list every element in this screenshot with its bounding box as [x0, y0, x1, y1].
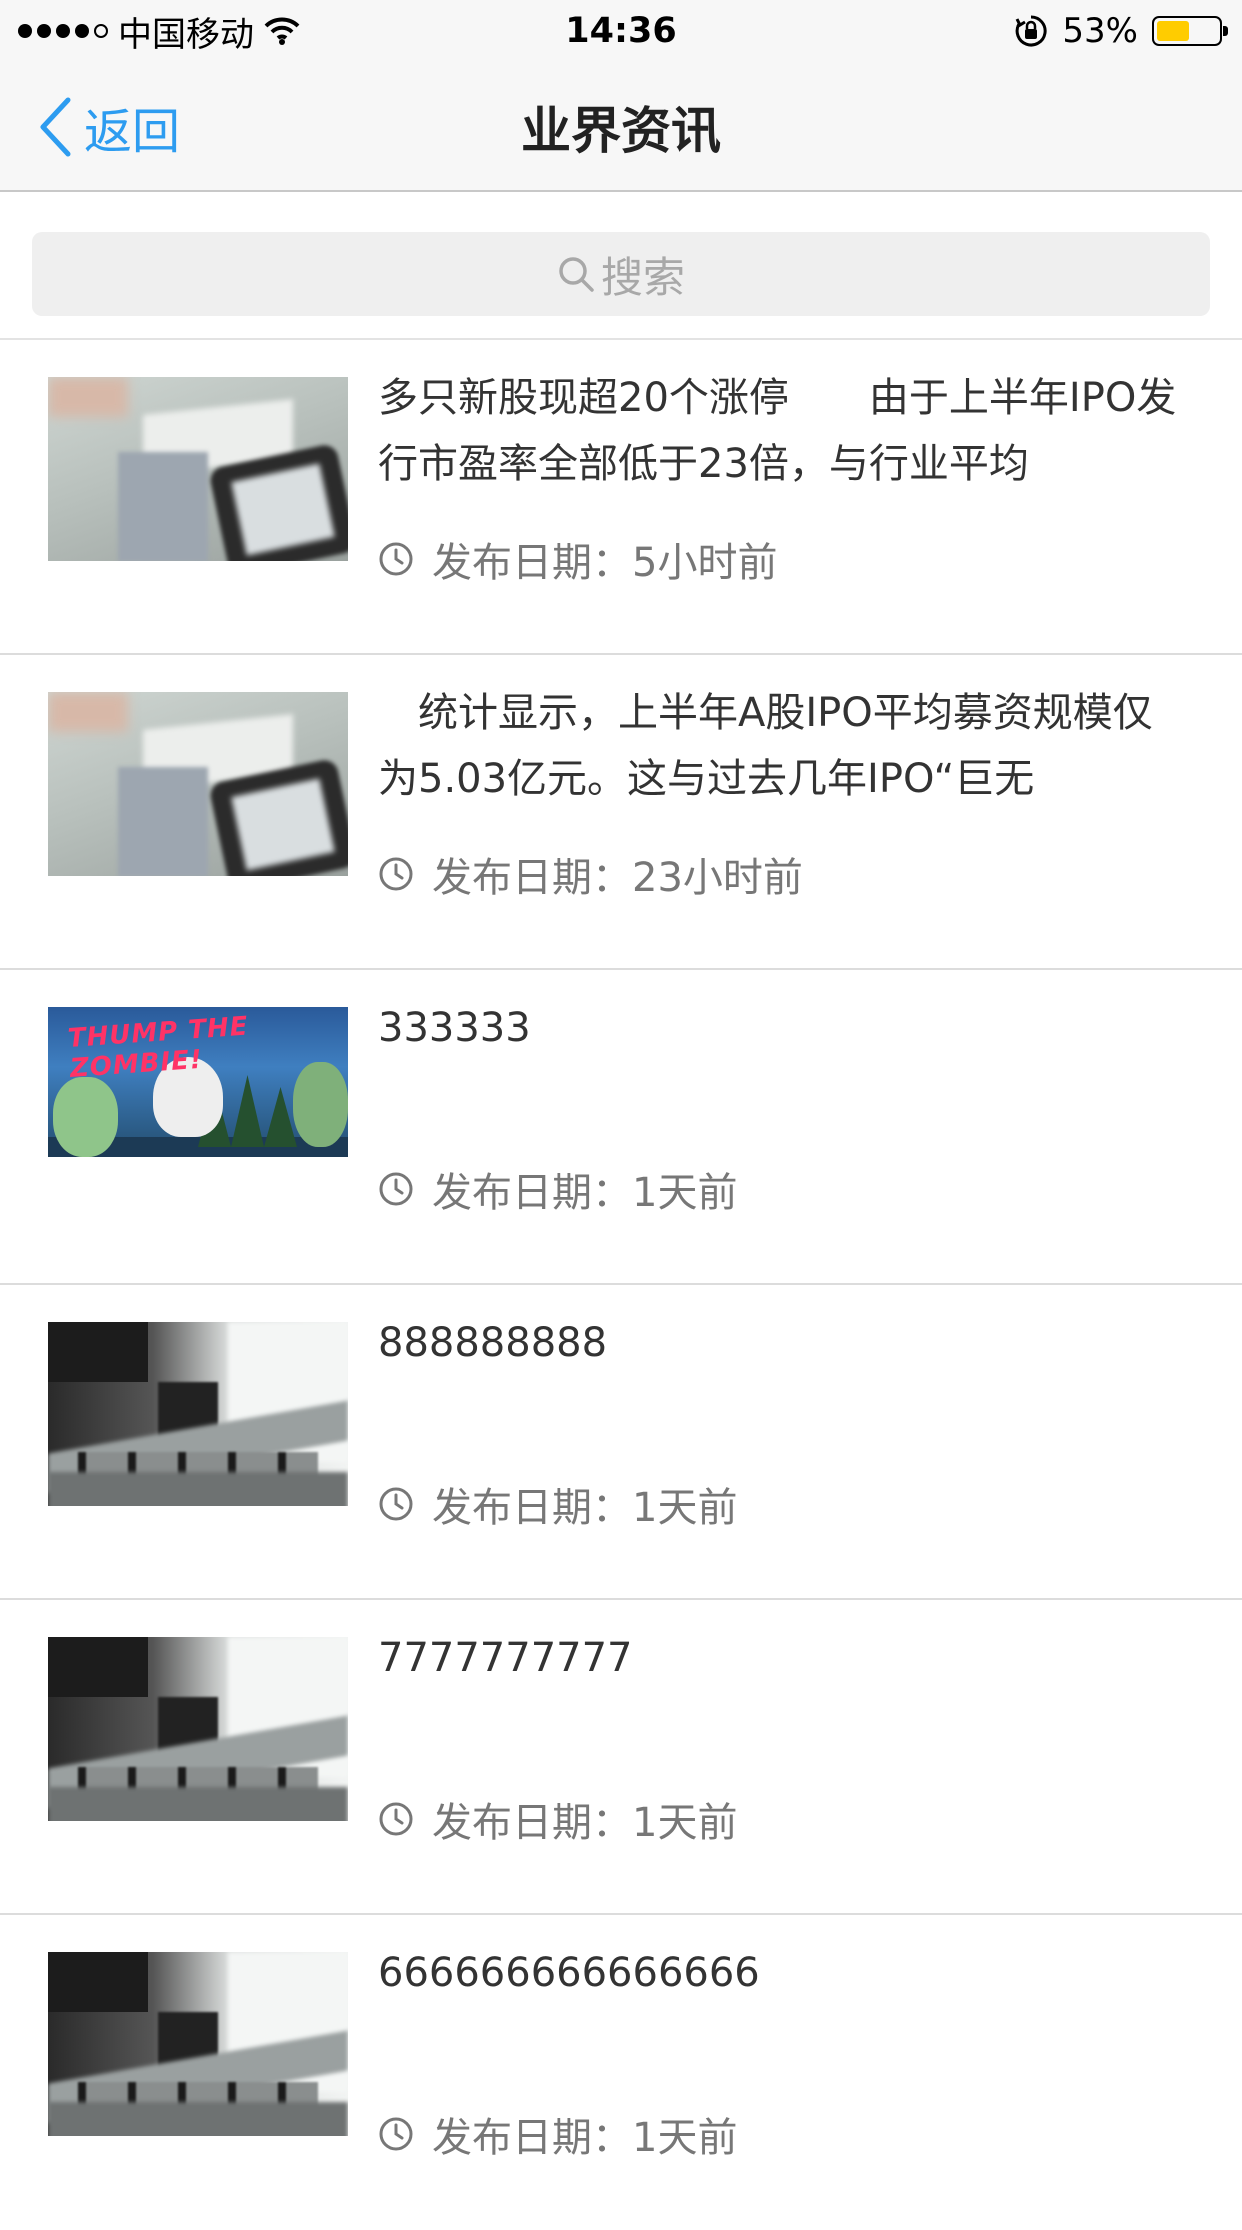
publish-time: 1天前 [632, 2115, 738, 2161]
list-item[interactable]: 统计显示，上半年A股IPO平均募资规模仅为5.03亿元。这与过去几年IPO“巨无… [0, 655, 1242, 970]
publish-time: 1天前 [632, 1170, 738, 1216]
clock-icon [379, 1802, 413, 1836]
news-title: 333333 [378, 1005, 531, 1051]
news-meta: 发布日期： 5小时前 [378, 530, 777, 588]
battery-percentage: 53% [1062, 11, 1138, 51]
rotation-lock-icon [1016, 15, 1048, 47]
list-item[interactable]: 666666666666666 发布日期： 1天前 [0, 1915, 1242, 2230]
news-title: 多只新股现超20个涨停 由于上半年IPO发行市盈率全部低于23倍，与行业平均 [378, 375, 1177, 487]
news-title: 统计显示，上半年A股IPO平均募资规模仅为5.03亿元。这与过去几年IPO“巨无 [378, 690, 1153, 802]
news-thumbnail [48, 1637, 348, 1821]
meta-label: 发布日期： [432, 1800, 632, 1846]
list-item[interactable]: 多只新股现超20个涨停 由于上半年IPO发行市盈率全部低于23倍，与行业平均 发… [0, 340, 1242, 655]
news-thumbnail [48, 692, 348, 876]
news-title: 888888888 [378, 1320, 608, 1366]
meta-label: 发布日期： [432, 1485, 632, 1531]
news-thumbnail [48, 1322, 348, 1506]
list-item[interactable]: 7777777777 发布日期： 1天前 [0, 1600, 1242, 1915]
clock-icon [379, 857, 413, 891]
clock-icon [379, 1172, 413, 1206]
publish-time: 23小时前 [632, 855, 803, 901]
news-list: 多只新股现超20个涨停 由于上半年IPO发行市盈率全部低于23倍，与行业平均 发… [0, 340, 1242, 2230]
news-meta: 发布日期： 23小时前 [378, 845, 803, 903]
list-item[interactable]: THUMP THE ZOMBIE! 333333 发布日期： 1天前 [0, 970, 1242, 1285]
news-title: 666666666666666 [378, 1950, 760, 1996]
news-meta: 发布日期： 1天前 [378, 1160, 737, 1218]
meta-label: 发布日期： [432, 1170, 632, 1216]
search-icon [559, 257, 594, 292]
news-meta: 发布日期： 1天前 [378, 2105, 737, 2163]
news-title: 7777777777 [378, 1635, 633, 1681]
meta-label: 发布日期： [432, 855, 632, 901]
clock-icon [379, 542, 413, 576]
publish-time: 1天前 [632, 1800, 738, 1846]
meta-label: 发布日期： [432, 2115, 632, 2161]
clock-icon [379, 2117, 413, 2151]
publish-time: 5小时前 [632, 540, 778, 586]
news-thumbnail: THUMP THE ZOMBIE! [48, 1007, 348, 1157]
news-thumbnail [48, 1952, 348, 2136]
search-placeholder: 搜索 [600, 252, 685, 302]
search-area: 搜索 [0, 210, 1242, 340]
carrier-name: 中国移动 [118, 14, 254, 55]
meta-label: 发布日期： [432, 540, 632, 586]
news-meta: 发布日期： 1天前 [378, 1790, 737, 1848]
battery-level [1157, 21, 1189, 41]
wifi-icon [264, 17, 300, 45]
status-left: 中国移动 [18, 7, 300, 56]
status-right: 53% [1014, 11, 1228, 51]
chevron-left-icon [40, 97, 71, 157]
battery-icon [1152, 16, 1228, 46]
search-input[interactable]: 搜索 [32, 232, 1210, 316]
back-label: 返回 [84, 104, 181, 160]
news-meta: 发布日期： 1天前 [378, 1475, 737, 1533]
publish-time: 1天前 [632, 1485, 738, 1531]
back-button[interactable]: 返回 [38, 92, 180, 162]
news-thumbnail [48, 377, 348, 561]
signal-strength-icon [18, 24, 108, 38]
navigation-bar: 返回 业界资讯 [0, 62, 1242, 192]
clock-icon [379, 1487, 413, 1521]
status-bar: 中国移动 14:36 53% [0, 0, 1242, 62]
list-item[interactable]: 888888888 发布日期： 1天前 [0, 1285, 1242, 1600]
page-title: 业界资讯 [521, 102, 721, 160]
